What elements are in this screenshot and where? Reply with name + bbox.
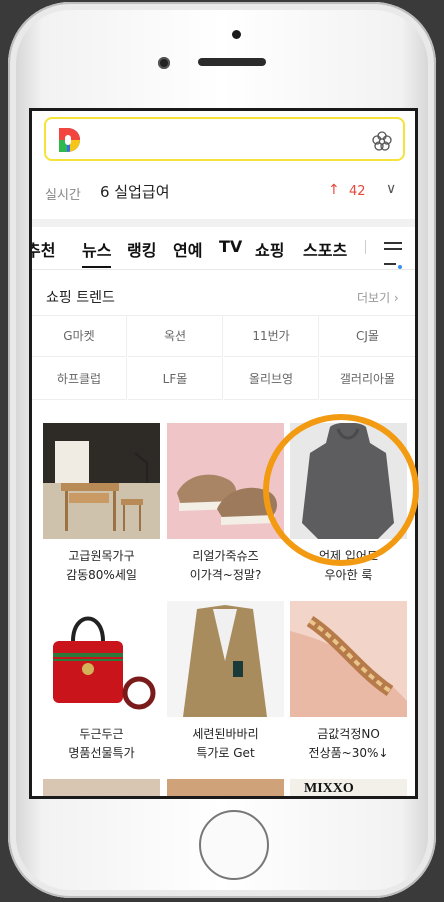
product-image-partial: MIXXO xyxy=(290,779,407,796)
store-link[interactable]: 하프클럽 xyxy=(32,358,127,400)
tab-entertainment[interactable]: 연예 xyxy=(173,237,202,261)
up-arrow-icon: ↑ xyxy=(328,182,340,198)
store-link[interactable]: G마켓 xyxy=(32,315,127,357)
brand-label: MIXXO xyxy=(304,781,354,796)
search-bar[interactable] xyxy=(44,117,405,161)
product-card[interactable]: 고급원목가구감동80%세일 xyxy=(43,423,160,585)
tab-sports[interactable]: 스포츠 xyxy=(303,237,347,261)
tab-tv[interactable]: TV xyxy=(219,237,242,256)
realtime-count: 42 xyxy=(349,184,366,199)
furniture-image xyxy=(43,423,160,539)
earpiece-speaker xyxy=(198,58,266,66)
product-subtitle: 감동80%세일 xyxy=(66,568,137,582)
store-link[interactable]: LF몰 xyxy=(128,358,223,400)
product-subtitle: 명품선물특가 xyxy=(68,746,135,760)
product-card[interactable]: 두근두근명품선물특가 xyxy=(43,601,160,763)
handbag-image xyxy=(43,601,160,717)
product-subtitle: 우아한 룩 xyxy=(324,568,373,582)
chevron-down-icon[interactable]: ∨ xyxy=(386,181,396,197)
product-subtitle: 특가로 Get xyxy=(196,746,255,760)
store-link[interactable]: 옥션 xyxy=(128,315,223,357)
home-button[interactable] xyxy=(199,810,269,880)
store-link[interactable]: 올리브영 xyxy=(224,358,319,400)
store-link[interactable]: 갤러리아몰 xyxy=(320,358,415,400)
store-grid: G마켓 옥션 11번가 CJ몰 하프클럽 LF몰 올리브영 갤러리아몰 xyxy=(32,315,415,401)
tab-shopping[interactable]: 쇼핑 xyxy=(255,237,284,261)
daum-logo-icon[interactable] xyxy=(56,126,82,154)
product-subtitle: 이가격~정말? xyxy=(189,568,262,582)
tab-ranking[interactable]: 랭킹 xyxy=(127,237,156,261)
product-image-partial xyxy=(167,779,284,796)
trench-coat-image xyxy=(167,601,284,717)
realtime-keyword-bar[interactable]: 실시간 6 실업급여 ↑ 42 ∨ xyxy=(32,169,415,215)
section-title: 쇼핑 트렌드 xyxy=(46,290,115,306)
realtime-label: 실시간 xyxy=(45,188,81,203)
bracelet-image xyxy=(290,601,407,717)
product-title: 리얼가죽슈즈 xyxy=(192,549,259,563)
product-image-partial xyxy=(43,779,160,796)
product-title: 금값걱정NO xyxy=(317,727,380,741)
product-title: 세련된바바리 xyxy=(192,727,259,741)
highlight-circle xyxy=(263,414,419,566)
store-link[interactable]: 11번가 xyxy=(224,315,319,357)
menu-icon[interactable] xyxy=(384,242,402,269)
front-camera xyxy=(158,57,170,69)
product-card[interactable]: 금값걱정NO 전상품~30%↓ xyxy=(290,601,407,763)
store-link[interactable]: CJ몰 xyxy=(320,315,415,357)
section-divider xyxy=(32,219,415,227)
product-title: 고급원목가구 xyxy=(68,549,135,563)
tab-divider xyxy=(365,240,366,254)
product-card[interactable]: 세련된바바리특가로 Get xyxy=(167,601,284,763)
category-tabs: 추천 뉴스 랭킹 연예 TV 쇼핑 스포츠 xyxy=(32,227,415,270)
more-link[interactable]: 더보기 › xyxy=(357,289,399,306)
realtime-keyword[interactable]: 6 실업급여 xyxy=(100,181,170,202)
tab-recommend[interactable]: 추천 xyxy=(32,237,55,261)
tab-news[interactable]: 뉴스 xyxy=(82,237,112,268)
top-sensor xyxy=(232,30,241,39)
flower-icon[interactable] xyxy=(371,130,393,152)
product-title: 두근두근 xyxy=(79,727,124,741)
product-subtitle: 전상품~30%↓ xyxy=(308,746,389,760)
